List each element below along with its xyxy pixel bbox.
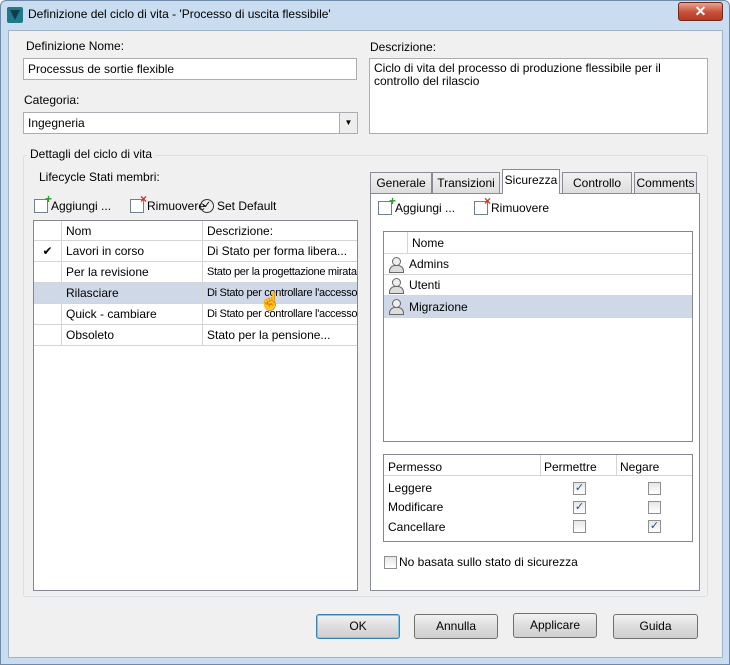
set-default-button[interactable]: ✓ Set Default (200, 199, 276, 213)
tab-controllo[interactable]: Controllo (562, 172, 632, 194)
name-input[interactable]: Processus de sortie flexible (23, 58, 357, 80)
state-description: Di Stato per forma libera... (203, 241, 357, 262)
state-name: Obsoleto (62, 325, 203, 346)
tab-comments[interactable]: Comments (634, 172, 697, 194)
check-circle-icon: ✓ (200, 199, 214, 213)
no-state-security-label: No basata sullo stato di sicurezza (399, 555, 578, 569)
title-bar: Definizione del ciclo di vita - 'Process… (1, 1, 729, 29)
user-icon (388, 298, 404, 315)
table-row[interactable]: Admins (384, 254, 692, 275)
perm-allow-checkbox[interactable]: ✓ (573, 482, 586, 495)
grid-header-description[interactable]: Descrizione: (203, 221, 357, 241)
remove-user-button[interactable]: Rimuovere (474, 194, 550, 215)
no-state-security-checkbox[interactable] (384, 556, 397, 569)
divider (540, 455, 541, 476)
apply-button[interactable]: Applicare (513, 613, 597, 638)
default-mark (34, 262, 62, 283)
user-icon (388, 277, 404, 294)
table-row[interactable]: Obsoleto Stato per la pensione... (34, 325, 357, 346)
window-title: Definizione del ciclo di vita - 'Process… (28, 7, 331, 21)
state-name: Per la revisione (62, 262, 203, 283)
cancel-button[interactable]: Annulla (414, 614, 498, 639)
state-name: Rilasciare (62, 283, 203, 304)
state-description: Stato per la pensione... (203, 325, 357, 346)
remove-state-button[interactable]: Rimuovere (130, 192, 206, 213)
add-icon (34, 192, 52, 213)
state-name: Quick - cambiare (62, 304, 203, 325)
table-row[interactable]: Migrazione (384, 296, 692, 318)
perm-header-permission: Permesso (388, 460, 443, 474)
tab-sicurezza[interactable]: Sicurezza (502, 169, 560, 194)
description-textarea[interactable]: Ciclo di vita del processo di produzione… (369, 58, 708, 134)
default-mark (34, 304, 62, 325)
states-grid[interactable]: Nom Descrizione: ✔ Lavori in corso Di St… (33, 220, 358, 591)
grid-header-mark (34, 221, 62, 241)
default-mark (34, 325, 62, 346)
perm-deny-checkbox[interactable] (648, 482, 661, 495)
add-user-label: Aggiungi ... (395, 201, 456, 215)
perm-deny-checkbox[interactable]: ✓ (648, 520, 661, 533)
table-row[interactable]: Quick - cambiare Di Stato per controllar… (34, 304, 357, 325)
lifecycle-details-label: Dettagli del ciclo di vita (27, 147, 156, 161)
users-header-name[interactable]: Nome (408, 232, 692, 254)
perm-name: Modificare (388, 500, 444, 514)
dialog-window: Definizione del ciclo di vita - 'Process… (0, 0, 730, 665)
perm-allow-checkbox[interactable] (573, 520, 586, 533)
states-label: Lifecycle Stati membri: (39, 170, 160, 184)
remove-user-label: Rimuovere (491, 201, 550, 215)
perm-header-deny: Negare (620, 460, 660, 474)
users-grid[interactable]: Nome Admins Utenti Migrazione (383, 231, 693, 442)
table-row[interactable]: Per la revisione Stato per la progettazi… (34, 262, 357, 283)
add-icon (378, 194, 396, 215)
app-logo-icon (7, 7, 23, 23)
perm-name: Cancellare (388, 520, 446, 534)
user-icon (388, 256, 404, 273)
users-header-icon-col (384, 232, 408, 254)
remove-icon (474, 194, 491, 215)
user-name: Utenti (409, 278, 441, 292)
set-default-label: Set Default (217, 199, 277, 213)
remove-state-label: Rimuovere (147, 199, 206, 213)
table-row[interactable]: ✔ Lavori in corso Di Stato per forma lib… (34, 241, 357, 262)
divider (616, 455, 617, 476)
perm-deny-checkbox[interactable] (648, 501, 661, 514)
table-row[interactable]: Utenti (384, 275, 692, 296)
add-state-label: Aggiungi ... (51, 199, 112, 213)
close-button[interactable]: ✕ (678, 2, 723, 21)
user-name: Migrazione (409, 300, 468, 314)
default-mark (34, 283, 62, 304)
security-tab-panel: Aggiungi ... Rimuovere Nome Admins Utent… (370, 193, 700, 591)
ok-button[interactable]: OK (316, 614, 400, 639)
table-row[interactable]: Rilasciare Di Stato per controllare l'ac… (34, 283, 357, 304)
description-label: Descrizione: (370, 40, 437, 54)
name-label: Definizione Nome: (26, 39, 125, 53)
grid-header-name[interactable]: Nom (62, 221, 203, 241)
perm-allow-checkbox[interactable]: ✓ (573, 501, 586, 514)
dialog-body: Definizione Nome: Processus de sortie fl… (8, 30, 723, 658)
tab-generale[interactable]: Generale (370, 172, 432, 194)
permissions-grid: Permesso Permettre Negare Leggere ✓ Modi… (383, 454, 693, 542)
category-select[interactable]: Ingegneria ▼ (23, 112, 358, 134)
perm-header-allow: Permettre (544, 460, 597, 474)
add-state-button[interactable]: Aggiungi ... (34, 192, 112, 213)
tab-transizioni[interactable]: Transizioni (432, 172, 500, 194)
add-user-button[interactable]: Aggiungi ... (378, 194, 456, 215)
remove-icon (130, 192, 147, 213)
user-name: Admins (409, 257, 450, 271)
category-label: Categoria: (24, 93, 80, 107)
category-value: Ingegneria (28, 116, 85, 130)
tab-strip: Generale Transizioni Sicurezza Controllo… (370, 169, 700, 194)
default-check-icon: ✔ (34, 241, 62, 262)
state-description: Stato per la progettazione mirata (203, 262, 357, 283)
help-button[interactable]: Guida (613, 614, 698, 639)
dropdown-arrow-icon[interactable]: ▼ (339, 113, 357, 133)
perm-name: Leggere (388, 481, 433, 495)
hand-cursor-icon: ☝ (259, 291, 282, 311)
state-name: Lavori in corso (62, 241, 203, 262)
